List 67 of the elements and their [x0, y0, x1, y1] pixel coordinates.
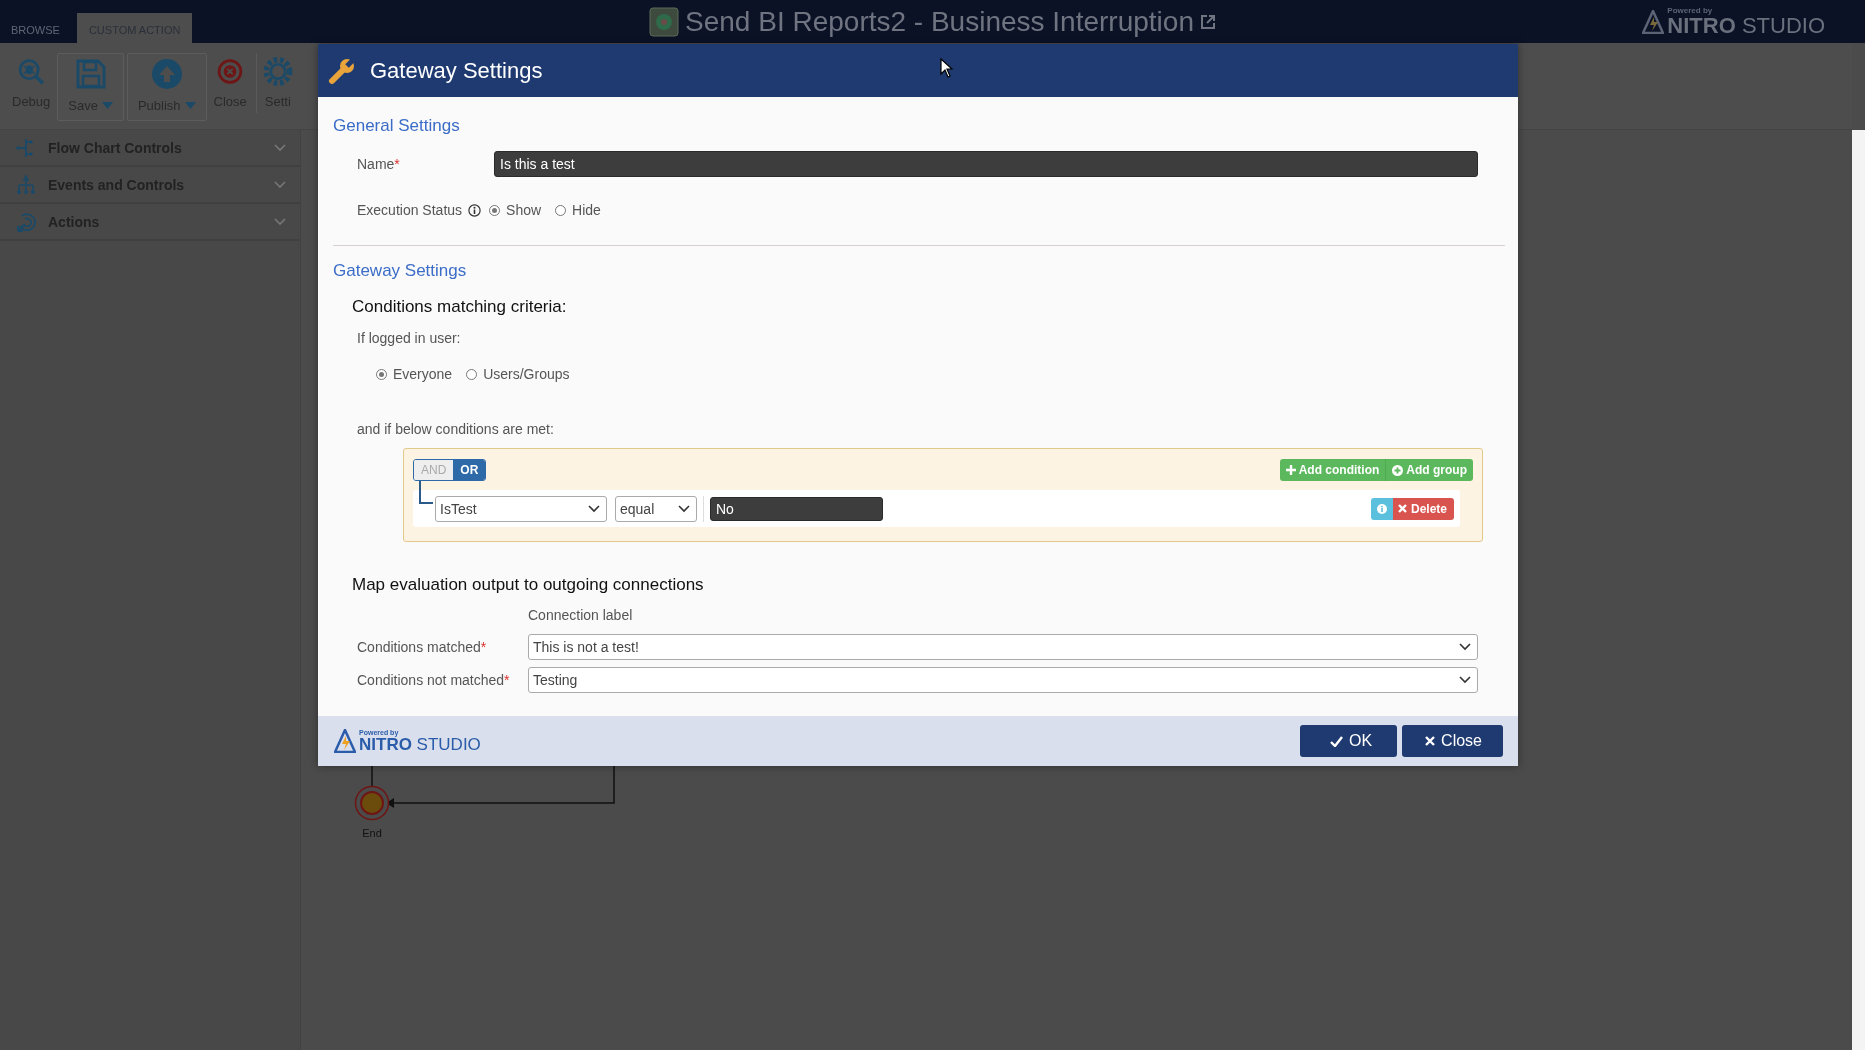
radio-label[interactable]: Hide — [572, 202, 601, 218]
section-heading: Gateway Settings — [333, 260, 467, 282]
add-button[interactable]: Add group — [1385, 459, 1473, 481]
chevron-icon — [588, 504, 600, 513]
chevron-icon — [274, 143, 286, 152]
flowchart-icon — [16, 137, 36, 158]
form-text: and if below conditions are met: — [356, 420, 555, 439]
page-title: Send BI Reports2 - Business Interruption — [685, 5, 1194, 38]
ok-button[interactable]: OK — [1300, 725, 1398, 757]
radio-button[interactable] — [466, 368, 478, 380]
subheading: Map evaluation output to outgoing connections — [351, 574, 705, 596]
dropdown[interactable]: Testing — [528, 667, 1478, 693]
info-icon — [1376, 503, 1387, 514]
delete-button[interactable]: Delete — [1392, 497, 1454, 520]
scrollbar[interactable] — [1852, 130, 1865, 1050]
chevron-icon — [1459, 676, 1471, 684]
field-label: Name* — [357, 156, 401, 172]
dropdown[interactable]: IsTest — [435, 495, 607, 522]
chevron-icon — [274, 217, 286, 226]
toggle-button[interactable]: AND — [414, 460, 454, 480]
close-icon — [1397, 504, 1407, 513]
subheading: Conditions matching criteria: — [351, 296, 568, 318]
powered-by-label: Powered by — [1667, 6, 1714, 15]
radio-button[interactable] — [555, 204, 567, 216]
radio-label[interactable]: Everyone — [393, 366, 453, 382]
brand-name: NITRO STUDIO — [359, 736, 481, 753]
info-icon — [468, 203, 482, 217]
field-label: Conditions matched* — [357, 639, 488, 655]
close-icon — [1425, 736, 1436, 746]
chevron-icon — [678, 504, 690, 513]
logo-icon — [334, 729, 356, 753]
plus-icon — [1285, 465, 1296, 475]
end-event-node — [354, 785, 390, 821]
brand-name: NITRO STUDIO — [1667, 14, 1825, 37]
radio-label[interactable]: Users/Groups — [483, 366, 570, 382]
chevron-icon — [1459, 643, 1471, 651]
dropdown[interactable]: This is not a test! — [528, 634, 1478, 660]
radio-button[interactable] — [489, 204, 501, 216]
logo-icon — [1642, 9, 1665, 34]
plus-circle-icon — [1392, 464, 1404, 476]
section-heading: General Settings — [333, 115, 460, 137]
toggle-button[interactable]: OR — [453, 460, 486, 480]
dialog-title: Gateway Settings — [370, 57, 543, 84]
checkmark-icon — [1330, 735, 1344, 747]
tree-connector — [419, 481, 433, 505]
close-button[interactable]: Close — [1402, 725, 1503, 757]
app-icon — [649, 6, 680, 37]
wrench-icon — [328, 56, 356, 85]
ribbon-tab[interactable]: BROWSE — [0, 13, 71, 43]
column-label: Connection label — [527, 606, 634, 625]
gear-icon — [261, 57, 294, 86]
cursor-icon — [940, 58, 954, 78]
field-label: Execution Status — [357, 202, 463, 218]
info-button[interactable] — [1370, 497, 1393, 520]
radio-label[interactable]: Show — [506, 202, 542, 218]
text-field[interactable]: No — [710, 496, 883, 521]
add-button[interactable]: Add condition — [1279, 459, 1386, 481]
text-field[interactable]: Is this a test — [494, 151, 1478, 177]
field-label: Conditions not matched* — [357, 672, 511, 688]
node-label: End — [362, 827, 382, 839]
chevron-icon — [274, 180, 286, 189]
swirl-arrow-icon — [16, 211, 36, 232]
dropdown[interactable]: equal — [615, 495, 697, 522]
hierarchy-icon — [16, 174, 36, 195]
external-link-icon — [1199, 13, 1216, 30]
form-text: If logged in user: — [356, 329, 462, 348]
radio-button[interactable] — [376, 368, 387, 380]
